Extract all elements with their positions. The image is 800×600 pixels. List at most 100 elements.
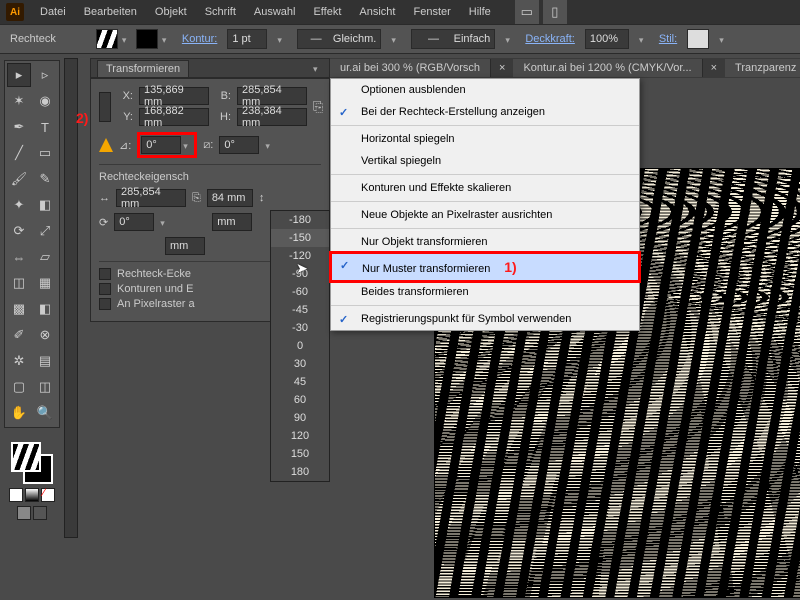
angle-option[interactable]: 0 xyxy=(271,337,329,355)
graph-tool-icon[interactable]: ▤ xyxy=(33,349,57,373)
y-input[interactable]: 168,882 mm xyxy=(139,108,209,126)
blend-tool-icon[interactable]: ⊗ xyxy=(33,323,57,347)
rotate-angle-field[interactable]: 0° xyxy=(137,132,197,158)
direct-selection-tool-icon[interactable]: ▹ xyxy=(33,63,57,87)
chevron-down-icon[interactable] xyxy=(265,140,275,150)
screen-mode-icon[interactable] xyxy=(33,506,47,520)
document-tab[interactable]: Tranzparenz xyxy=(725,59,800,77)
screen-mode-icon[interactable] xyxy=(17,506,31,520)
chevron-down-icon[interactable] xyxy=(639,34,649,44)
rect-rotate-input[interactable]: 0° xyxy=(114,213,154,231)
pencil-tool-icon[interactable]: ✎ xyxy=(33,167,57,191)
artboard-tool-icon[interactable]: ▢ xyxy=(7,375,31,399)
hand-tool-icon[interactable]: ✋ xyxy=(7,401,31,425)
menu-item[interactable]: Datei xyxy=(32,2,74,22)
layout-icon[interactable]: ▭ xyxy=(515,0,539,24)
layout-icon[interactable]: ▯ xyxy=(543,0,567,24)
menu-item[interactable]: Schrift xyxy=(197,2,244,22)
height-input[interactable]: 238,384 mm xyxy=(237,108,307,126)
flyout-menu-item[interactable]: Konturen und Effekte skalieren xyxy=(331,177,639,199)
menu-item[interactable]: Hilfe xyxy=(461,2,499,22)
angle-option[interactable]: -45 xyxy=(271,301,329,319)
fill-color-swatch[interactable] xyxy=(11,442,41,472)
opacity-link[interactable]: Deckkraft: xyxy=(525,33,575,45)
chevron-down-icon[interactable] xyxy=(277,34,287,44)
line-tool-icon[interactable]: ╱ xyxy=(7,141,31,165)
chevron-down-icon[interactable] xyxy=(183,140,193,150)
flyout-menu-item[interactable]: Beides transformieren xyxy=(331,281,639,303)
gradient-mode-icon[interactable] xyxy=(25,488,39,502)
flyout-menu-item[interactable]: Optionen ausblenden xyxy=(331,79,639,101)
flyout-menu-item[interactable]: ✓Nur Muster transformieren 1) xyxy=(329,251,641,283)
flyout-menu-item[interactable]: Horizontal spiegeln xyxy=(331,128,639,150)
pen-tool-icon[interactable]: ✒ xyxy=(7,115,31,139)
rotate-angle-input[interactable]: 0° xyxy=(141,136,181,154)
flyout-menu-item[interactable]: Vertikal spiegeln xyxy=(331,150,639,172)
angle-option[interactable]: -120 xyxy=(271,247,329,265)
transform-panel-tab[interactable]: Transformieren xyxy=(97,60,189,77)
angle-option[interactable]: -30 xyxy=(271,319,329,337)
collapsed-panel-strip[interactable] xyxy=(64,58,78,538)
rotate-tool-icon[interactable]: ⟳ xyxy=(7,219,31,243)
scale-tool-icon[interactable]: ⤢ xyxy=(33,219,57,243)
free-transform-tool-icon[interactable]: ▱ xyxy=(33,245,57,269)
chevron-down-icon[interactable] xyxy=(122,34,132,44)
style-swatch[interactable] xyxy=(687,29,709,49)
rect-height-input[interactable]: 84 mm xyxy=(207,189,253,207)
document-tab[interactable]: Kontur.ai bei 1200 % (CMYK/Vor... xyxy=(513,59,702,77)
width-profile-select[interactable]: — Gleichm. xyxy=(297,29,381,49)
width-tool-icon[interactable]: ⇔ xyxy=(7,245,31,269)
flyout-menu-item[interactable]: Neue Objekte an Pixelraster ausrichten xyxy=(331,204,639,226)
perspective-tool-icon[interactable]: ▦ xyxy=(33,271,57,295)
corner-radius-input[interactable]: mm xyxy=(212,213,252,231)
chevron-down-icon[interactable] xyxy=(160,217,170,227)
chevron-down-icon[interactable] xyxy=(719,34,729,44)
angle-option[interactable]: -90 xyxy=(271,265,329,283)
magic-wand-tool-icon[interactable]: ✶ xyxy=(7,89,31,113)
color-mode-icon[interactable] xyxy=(9,488,23,502)
angle-option[interactable]: 90 xyxy=(271,409,329,427)
menu-item[interactable]: Fenster xyxy=(405,2,458,22)
stroke-weight-input[interactable]: 1 pt xyxy=(227,29,267,49)
menu-item[interactable]: Objekt xyxy=(147,2,195,22)
chevron-down-icon[interactable] xyxy=(162,34,172,44)
angle-option[interactable]: 60 xyxy=(271,391,329,409)
angle-option[interactable]: -150 xyxy=(271,229,329,247)
fill-swatch[interactable] xyxy=(96,29,118,49)
lasso-tool-icon[interactable]: ◉ xyxy=(33,89,57,113)
document-tab[interactable]: ur.ai bei 300 % (RGB/Vorsch xyxy=(330,59,491,77)
zoom-tool-icon[interactable]: 🔍 xyxy=(33,401,57,425)
chevron-down-icon[interactable] xyxy=(391,34,401,44)
menu-item[interactable]: Bearbeiten xyxy=(76,2,145,22)
slice-tool-icon[interactable]: ◫ xyxy=(33,375,57,399)
eyedropper-tool-icon[interactable]: ✐ xyxy=(7,323,31,347)
opacity-input[interactable]: 100% xyxy=(585,29,629,49)
type-tool-icon[interactable]: T xyxy=(33,115,57,139)
link-icon[interactable]: ⎘ xyxy=(313,99,323,115)
eraser-tool-icon[interactable]: ◧ xyxy=(33,193,57,217)
angle-option[interactable]: 45 xyxy=(271,373,329,391)
brush-select[interactable]: — Einfach xyxy=(411,29,495,49)
shape-builder-tool-icon[interactable]: ◫ xyxy=(7,271,31,295)
angle-option[interactable]: -60 xyxy=(271,283,329,301)
width-input[interactable]: 285,854 mm xyxy=(237,87,307,105)
angle-dropdown-list[interactable]: -180-150-120-90-60-45-300304560901201501… xyxy=(270,210,330,482)
rectangle-tool-icon[interactable]: ▭ xyxy=(33,141,57,165)
corner-radius-input[interactable]: mm xyxy=(165,237,205,255)
flyout-menu-item[interactable]: ✓Registrierungspunkt für Symbol verwende… xyxy=(331,308,639,330)
flyout-menu-item[interactable]: ✓Bei der Rechteck-Erstellung anzeigen xyxy=(331,101,639,123)
angle-option[interactable]: 120 xyxy=(271,427,329,445)
menu-item[interactable]: Effekt xyxy=(305,2,349,22)
flyout-menu-item[interactable]: Nur Objekt transformieren xyxy=(331,231,639,253)
panel-menu-icon[interactable] xyxy=(313,63,323,73)
blob-brush-tool-icon[interactable]: ✦ xyxy=(7,193,31,217)
mesh-tool-icon[interactable]: ▩ xyxy=(7,297,31,321)
menu-item[interactable]: Ansicht xyxy=(351,2,403,22)
symbol-sprayer-tool-icon[interactable]: ✲ xyxy=(7,349,31,373)
stroke-swatch[interactable] xyxy=(136,29,158,49)
angle-option[interactable]: 150 xyxy=(271,445,329,463)
menu-item[interactable]: Auswahl xyxy=(246,2,304,22)
stroke-link[interactable]: Kontur: xyxy=(182,33,217,45)
none-mode-icon[interactable]: ⁄ xyxy=(41,488,55,502)
x-input[interactable]: 135,869 mm xyxy=(139,87,209,105)
